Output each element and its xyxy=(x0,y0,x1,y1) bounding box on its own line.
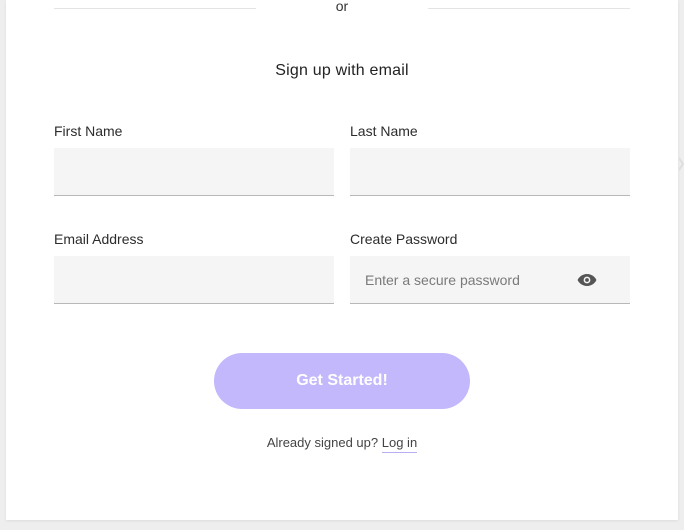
password-label: Create Password xyxy=(350,231,458,247)
log-in-link[interactable]: Log in xyxy=(381,435,418,453)
signup-card: or Sign up with email First Name Last Na… xyxy=(6,0,678,520)
email-input[interactable] xyxy=(54,256,334,304)
background-edge-decoration xyxy=(679,157,684,171)
first-name-input[interactable] xyxy=(54,148,334,196)
eye-icon-glyph xyxy=(577,274,597,286)
already-signed-up-row: Already signed up? Log in xyxy=(6,435,678,453)
last-name-input[interactable] xyxy=(350,148,630,196)
or-divider-text: or xyxy=(335,0,349,14)
signup-heading: Sign up with email xyxy=(275,62,409,79)
eye-icon[interactable] xyxy=(576,272,598,288)
already-signed-up-text: Already signed up? xyxy=(266,435,379,450)
divider-line-right xyxy=(428,8,630,9)
get-started-button[interactable]: Get Started! xyxy=(214,353,470,409)
last-name-label: Last Name xyxy=(350,123,418,139)
email-label: Email Address xyxy=(54,231,144,247)
first-name-label: First Name xyxy=(54,123,123,139)
